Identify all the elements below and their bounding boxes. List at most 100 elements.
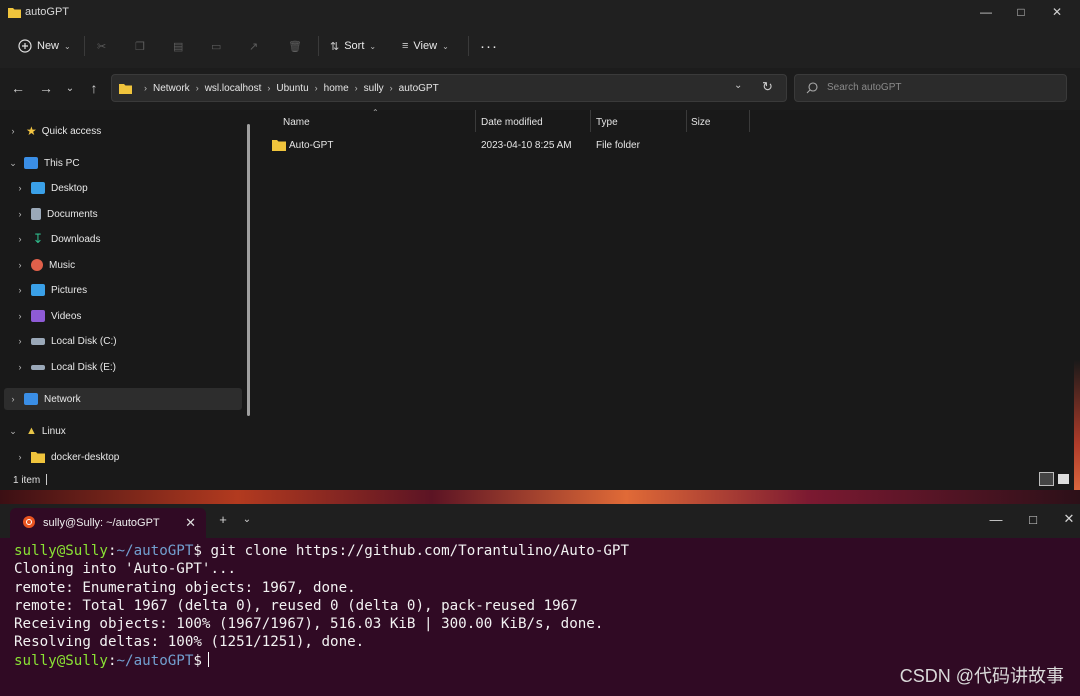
more-options-button[interactable]: ···	[480, 34, 498, 58]
folder-icon	[8, 5, 21, 23]
refresh-icon[interactable]: ↻	[762, 79, 773, 95]
sidebar-item-this-pc[interactable]: ⌄ This PC	[6, 152, 80, 174]
new-button[interactable]: New ⌄	[18, 34, 71, 58]
status-bar: 1 item	[0, 470, 1080, 490]
sidebar-item-local-disk-e[interactable]: › Local Disk (E:)	[13, 356, 117, 378]
terminal-minimize-button[interactable]: —	[978, 504, 1014, 534]
sidebar-item-label: This PC	[44, 157, 80, 169]
close-tab-icon[interactable]: ✕	[185, 515, 196, 531]
file-row-auto-gpt[interactable]: Auto-GPT 2023-04-10 8:25 AM File folder	[272, 136, 752, 156]
sort-ascending-icon: ⌃	[372, 108, 379, 117]
desktop-icon	[31, 182, 45, 194]
sidebar-item-pictures[interactable]: › Pictures	[13, 279, 87, 301]
breadcrumb-network[interactable]: Network	[153, 83, 190, 94]
rename-icon: ▭	[211, 40, 222, 53]
minimize-button[interactable]: —	[968, 0, 1004, 24]
view-button[interactable]: ≡ View ⌄	[402, 34, 449, 58]
sidebar-item-network[interactable]: › Network	[6, 388, 81, 410]
file-name: Auto-GPT	[289, 140, 334, 151]
terminal-close-button[interactable]: ✕	[1051, 504, 1080, 534]
details-view-icon[interactable]	[1039, 472, 1054, 486]
close-button[interactable]: ✕	[1039, 0, 1075, 24]
prompt-user: sully@Sully	[14, 543, 108, 559]
sidebar-item-docker-desktop[interactable]: › docker-desktop	[13, 446, 119, 468]
view-icon: ≡	[402, 40, 409, 52]
item-count: 1 item	[13, 475, 41, 486]
sidebar-item-downloads[interactable]: › ↧ Downloads	[13, 228, 101, 250]
clipboard-icon: ▤	[173, 40, 184, 53]
search-placeholder: Search autoGPT	[827, 82, 902, 93]
maximize-button[interactable]: □	[1003, 0, 1039, 24]
pictures-icon	[31, 284, 45, 296]
delete-button[interactable]: 🗑	[288, 34, 302, 58]
file-date: 2023-04-10 8:25 AM	[481, 140, 572, 151]
command-text: git clone https://github.com/Torantulino…	[201, 543, 630, 559]
forward-button[interactable]: →	[36, 78, 56, 98]
address-bar[interactable]: › Network › wsl.localhost › Ubuntu › hom…	[111, 74, 787, 102]
sort-button[interactable]: ⇅ Sort ⌄	[330, 34, 376, 58]
plus-circle-icon	[18, 39, 32, 53]
sidebar-item-label: Local Disk (E:)	[51, 361, 117, 373]
sidebar-item-label: Pictures	[51, 284, 88, 296]
back-button[interactable]: ←	[8, 78, 28, 98]
network-icon	[24, 393, 38, 405]
output-line: Resolving deltas: 100% (1251/1251), done…	[14, 634, 365, 651]
file-list: ⌃ Name Date modified Type Size Auto-GPT …	[258, 108, 1080, 470]
file-explorer-window: autoGPT — □ ✕ New ⌄ ✂ ❐ ▤ ▭ ↗ 🗑 ⇅ Sort ⌄…	[0, 0, 1080, 490]
scissors-icon: ✂	[97, 40, 107, 53]
copy-button[interactable]: ❐	[135, 34, 145, 58]
sidebar-item-documents[interactable]: › Documents	[13, 203, 98, 225]
text-cursor	[207, 651, 209, 667]
sidebar-item-videos[interactable]: › Videos	[13, 305, 81, 327]
output-line: remote: Enumerating objects: 1967, done.	[14, 579, 356, 596]
folder-icon	[119, 83, 132, 94]
column-header-name[interactable]: Name	[283, 112, 310, 132]
search-box[interactable]: Search autoGPT	[794, 74, 1067, 102]
drive-icon	[31, 337, 45, 345]
drive-icon	[31, 364, 45, 370]
recent-locations-button[interactable]: ⌄	[60, 78, 80, 98]
sidebar-item-quick-access[interactable]: › ★ Quick access	[6, 120, 102, 142]
column-header-date[interactable]: Date modified	[481, 112, 543, 132]
breadcrumb-home[interactable]: home	[324, 83, 349, 94]
sidebar-item-linux[interactable]: ⌄ ▲ Linux	[6, 420, 66, 442]
terminal-output[interactable]: sully@Sully:~/autoGPT$ git clone https:/…	[14, 542, 629, 670]
share-button[interactable]: ↗	[249, 34, 258, 58]
breadcrumb-wsl-localhost[interactable]: wsl.localhost	[205, 83, 262, 94]
folder-icon	[31, 452, 45, 463]
sidebar-item-label: Desktop	[51, 182, 88, 194]
breadcrumb-sully[interactable]: sully	[364, 83, 384, 94]
column-header-size[interactable]: Size	[691, 112, 710, 132]
sort-label: Sort	[344, 40, 365, 52]
breadcrumb-ubuntu[interactable]: Ubuntu	[276, 83, 308, 94]
command-line: sully@Sully:~/autoGPT$ git clone https:/…	[14, 543, 630, 559]
terminal-maximize-button[interactable]: □	[1015, 504, 1051, 534]
terminal-tab[interactable]: sully@Sully: ~/autoGPT ✕	[10, 508, 206, 538]
share-icon: ↗	[249, 40, 259, 53]
file-type: File folder	[596, 140, 640, 151]
navigation-pane: › ★ Quick access ⌄ This PC › Desktop › D…	[0, 110, 256, 470]
sidebar-item-local-disk-c[interactable]: › Local Disk (C:)	[13, 330, 117, 352]
sidebar-item-music[interactable]: › Music	[13, 254, 75, 276]
sidebar-item-label: docker-desktop	[51, 451, 120, 463]
window-title: autoGPT	[25, 6, 70, 18]
chevron-down-icon: ⌄	[64, 41, 71, 51]
navigation-bar: ← → ⌄ ↑ › Network › wsl.localhost › Ubun…	[0, 68, 1080, 110]
terminal-tab-title: sully@Sully: ~/autoGPT	[43, 517, 160, 529]
prompt-path: ~/autoGPT	[116, 652, 194, 669]
output-line: Receiving objects: 100% (1967/1967), 516…	[14, 616, 604, 633]
paste-button[interactable]: ▤	[173, 34, 183, 58]
breadcrumb-autogpt[interactable]: autoGPT	[399, 83, 439, 94]
up-button[interactable]: ↑	[84, 78, 104, 98]
cut-button[interactable]: ✂	[97, 34, 106, 58]
prompt-path: ~/autoGPT	[116, 543, 194, 559]
column-header-type[interactable]: Type	[596, 112, 618, 132]
address-dropdown-icon[interactable]: ⌄	[734, 80, 742, 91]
linux-icon: ▲	[26, 425, 37, 437]
music-icon	[31, 259, 43, 271]
tab-dropdown-button[interactable]: ⌄	[230, 504, 264, 534]
rename-button[interactable]: ▭	[211, 34, 221, 58]
sidebar-item-desktop[interactable]: › Desktop	[13, 177, 88, 199]
tiles-view-icon[interactable]	[1058, 474, 1069, 484]
sidebar-scrollbar[interactable]	[247, 124, 250, 416]
